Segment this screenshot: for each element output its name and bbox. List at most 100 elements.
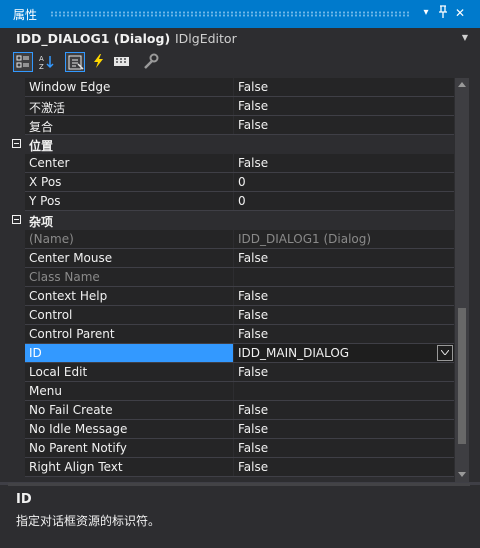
scrollbar-thumb[interactable] — [458, 308, 466, 444]
property-row[interactable]: Right Align Text False — [8, 458, 454, 477]
overrides-icon[interactable] — [141, 52, 161, 72]
row-margin — [8, 325, 25, 344]
property-value[interactable]: False — [238, 251, 268, 265]
property-row[interactable]: No Fail Create False — [8, 401, 454, 420]
properties-icon[interactable] — [65, 52, 85, 72]
property-value-cell[interactable]: False — [234, 363, 454, 381]
category-label: 位置 — [29, 139, 54, 153]
property-value[interactable]: False — [238, 118, 268, 132]
property-row[interactable]: No Idle Message False — [8, 420, 454, 439]
row-margin — [8, 78, 25, 97]
property-value[interactable]: False — [238, 403, 268, 417]
property-row[interactable]: Context Help False — [8, 287, 454, 306]
property-name-cell[interactable]: Y Pos — [25, 192, 233, 210]
value-dropdown-button[interactable] — [437, 345, 453, 361]
property-value[interactable]: IDD_MAIN_DIALOG — [238, 346, 349, 360]
property-name-cell[interactable]: 复合 — [25, 116, 233, 134]
collapse-icon[interactable] — [12, 139, 21, 148]
property-row[interactable]: Class Name — [8, 268, 454, 287]
property-value[interactable]: False — [238, 156, 268, 170]
property-row[interactable]: Control False — [8, 306, 454, 325]
property-row[interactable]: (Name) IDD_DIALOG1 (Dialog) — [8, 230, 454, 249]
property-row[interactable]: Y Pos 0 — [8, 192, 454, 211]
property-name-cell[interactable]: Control Parent — [25, 325, 233, 343]
chevron-down-icon[interactable]: ▼ — [462, 33, 468, 42]
category-row[interactable]: 杂项 — [8, 211, 454, 230]
property-value-cell[interactable] — [234, 268, 454, 286]
property-value[interactable]: False — [238, 99, 268, 113]
description-splitter[interactable] — [8, 483, 470, 486]
property-name-cell[interactable]: 不激活 — [25, 97, 233, 115]
property-value-cell[interactable]: False — [234, 325, 454, 343]
property-value-cell[interactable]: False — [234, 97, 454, 115]
property-value[interactable]: 0 — [238, 175, 246, 189]
property-name-cell[interactable]: Context Help — [25, 287, 233, 305]
property-name-cell[interactable]: Window Edge — [25, 78, 233, 96]
property-name-cell[interactable]: X Pos — [25, 173, 233, 191]
property-name-cell[interactable]: Center Mouse — [25, 249, 233, 267]
property-value-cell[interactable]: 0 — [234, 192, 454, 210]
alphabetical-icon[interactable]: A Z — [37, 52, 57, 72]
property-value-cell[interactable]: 0 — [234, 173, 454, 191]
pin-icon[interactable] — [435, 5, 451, 21]
categorized-icon[interactable] — [13, 52, 33, 72]
property-value-cell[interactable]: IDD_MAIN_DIALOG — [234, 344, 454, 362]
events-icon[interactable] — [90, 52, 110, 72]
property-name-cell[interactable]: No Parent Notify — [25, 439, 233, 457]
property-value-cell[interactable]: False — [234, 439, 454, 457]
category-row[interactable]: 位置 — [8, 135, 454, 154]
scroll-down-icon[interactable] — [458, 472, 466, 477]
property-grid: Window Edge False 不激活 False 复合 False 位置 Center F… — [8, 78, 454, 482]
panel-title-bar[interactable]: 属性 ▾ ✕ — [0, 0, 480, 28]
property-value[interactable]: False — [238, 327, 268, 341]
property-row[interactable]: Center False — [8, 154, 454, 173]
object-selector[interactable]: IDD_DIALOG1 (Dialog) IDlgEditor ▼ — [0, 28, 480, 50]
property-row[interactable]: Window Edge False — [8, 78, 454, 97]
property-value-cell[interactable]: IDD_DIALOG1 (Dialog) — [234, 230, 454, 248]
property-value[interactable]: False — [238, 80, 268, 94]
property-row[interactable]: ID IDD_MAIN_DIALOG — [8, 344, 454, 363]
property-value[interactable]: False — [238, 365, 268, 379]
property-name-cell[interactable]: Menu — [25, 382, 233, 400]
property-value[interactable]: False — [238, 422, 268, 436]
property-value[interactable]: False — [238, 441, 268, 455]
property-value[interactable]: 0 — [238, 194, 246, 208]
property-value-cell[interactable]: False — [234, 78, 454, 96]
property-value-cell[interactable]: False — [234, 458, 454, 476]
property-row[interactable]: X Pos 0 — [8, 173, 454, 192]
property-row[interactable]: Local Edit False — [8, 363, 454, 382]
property-name-cell[interactable]: Right Align Text — [25, 458, 233, 476]
property-value-cell[interactable]: False — [234, 287, 454, 305]
property-name-cell[interactable]: No Idle Message — [25, 420, 233, 438]
property-value-cell[interactable]: False — [234, 401, 454, 419]
property-value[interactable]: False — [238, 308, 268, 322]
property-row[interactable]: 复合 False — [8, 116, 454, 135]
property-row[interactable]: 不激活 False — [8, 97, 454, 116]
property-value-cell[interactable]: False — [234, 116, 454, 134]
messages-icon[interactable] — [112, 52, 132, 72]
property-value[interactable]: False — [238, 289, 268, 303]
close-icon[interactable]: ✕ — [452, 5, 468, 21]
property-value-cell[interactable]: False — [234, 154, 454, 172]
scroll-up-icon[interactable] — [458, 82, 466, 87]
property-value-cell[interactable]: False — [234, 249, 454, 267]
property-name-cell[interactable]: Class Name — [25, 268, 233, 286]
property-row[interactable]: Control Parent False — [8, 325, 454, 344]
property-row[interactable]: Center Mouse False — [8, 249, 454, 268]
property-value[interactable]: False — [238, 460, 268, 474]
property-value-cell[interactable] — [234, 382, 454, 400]
row-margin — [8, 173, 25, 192]
window-position-dropdown-icon[interactable]: ▾ — [418, 5, 434, 21]
property-name-cell[interactable]: Control — [25, 306, 233, 324]
property-row[interactable]: No Parent Notify False — [8, 439, 454, 458]
property-value-cell[interactable]: False — [234, 420, 454, 438]
collapse-icon[interactable] — [12, 215, 21, 224]
property-name-cell[interactable]: No Fail Create — [25, 401, 233, 419]
property-name-cell[interactable]: Local Edit — [25, 363, 233, 381]
property-value-cell[interactable]: False — [234, 306, 454, 324]
property-name-cell[interactable]: Center — [25, 154, 233, 172]
vertical-scrollbar[interactable] — [455, 78, 469, 482]
property-name-cell[interactable]: (Name) — [25, 230, 233, 248]
property-row[interactable]: Menu — [8, 382, 454, 401]
property-name-cell[interactable]: ID — [25, 344, 233, 362]
